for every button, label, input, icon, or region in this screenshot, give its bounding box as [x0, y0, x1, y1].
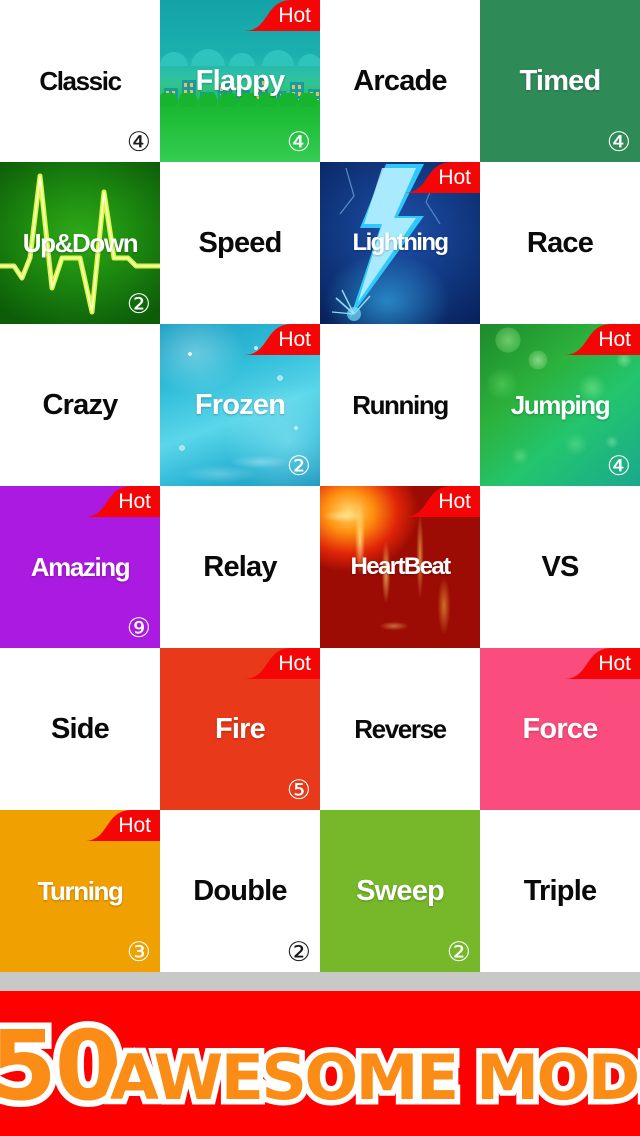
- mode-tile[interactable]: Relay: [160, 486, 320, 648]
- cloud-band-icon: [160, 44, 320, 66]
- hot-badge-label: Hot: [278, 652, 311, 675]
- mode-tile-count-badge: ②: [286, 937, 311, 968]
- hot-badge-label: Hot: [438, 166, 471, 189]
- mode-tile[interactable]: Race: [480, 162, 640, 324]
- hot-badge: Hot: [84, 486, 160, 517]
- mode-tile[interactable]: Classic ④: [0, 0, 160, 162]
- hot-badge: Hot: [404, 486, 480, 517]
- mode-tile-label: Reverse: [354, 714, 447, 744]
- mode-tile-label: Crazy: [42, 388, 119, 421]
- hot-badge: Hot: [564, 324, 640, 355]
- mode-tile-label: Lightning: [352, 229, 449, 256]
- mode-tile[interactable]: Arcade: [320, 0, 480, 162]
- mode-tile-label: Relay: [203, 550, 277, 583]
- mode-tile-label: Flappy: [195, 64, 285, 97]
- mode-tile-label: Up&Down: [22, 228, 139, 258]
- mode-tile-label: Arcade: [353, 64, 447, 97]
- mode-tile[interactable]: Timed ④: [480, 0, 640, 162]
- mode-tile-label: Classic: [39, 66, 122, 96]
- mode-tile[interactable]: Fire ⑤ Hot: [160, 648, 320, 810]
- mode-tile[interactable]: Lightning Hot: [320, 162, 480, 324]
- mode-tile-count-badge: ④: [286, 127, 311, 158]
- mode-tile[interactable]: Jumping ④ Hot: [480, 324, 640, 486]
- hot-badge-label: Hot: [118, 490, 151, 513]
- game-modes-grid: Classic ④ Flappy ④ Hot Arcade Timed ④ Up&Down ② Sp…: [0, 0, 640, 972]
- hot-badge-label: Hot: [438, 490, 471, 513]
- mode-tile[interactable]: Side: [0, 648, 160, 810]
- mode-tile-label: Side: [50, 712, 110, 745]
- mode-tile[interactable]: Reverse: [320, 648, 480, 810]
- mode-tile-count-badge: ②: [286, 451, 311, 482]
- mode-tile[interactable]: Flappy ④ Hot: [160, 0, 320, 162]
- promo-banner-text: 150 AWESOME MODES: [0, 1003, 640, 1128]
- mode-tile-label: HeartBeat: [350, 553, 452, 580]
- mode-tile-label: Race: [526, 226, 594, 259]
- mode-tile[interactable]: Running: [320, 324, 480, 486]
- hot-badge: Hot: [244, 648, 320, 679]
- mode-tile-count-badge: ③: [126, 937, 151, 968]
- promo-banner: 150 AWESOME MODES: [0, 991, 640, 1136]
- promo-banner-number: 150: [0, 1003, 128, 1128]
- divider-strip: [0, 972, 640, 991]
- mode-tile[interactable]: Up&Down ②: [0, 162, 160, 324]
- mode-tile-label: Amazing: [30, 552, 131, 582]
- mode-tile-count-badge: ④: [126, 127, 151, 158]
- mode-tile[interactable]: Amazing ⑨ Hot: [0, 486, 160, 648]
- mode-tile-label: Speed: [198, 226, 282, 259]
- mode-tile-count-badge: ④: [606, 451, 631, 482]
- mode-tile-label: VS: [541, 550, 579, 583]
- mode-tile-label: Sweep: [356, 874, 445, 907]
- hot-badge: Hot: [244, 324, 320, 355]
- hot-badge-label: Hot: [278, 328, 311, 351]
- hot-badge: Hot: [564, 648, 640, 679]
- mode-tile-count-badge: ④: [606, 127, 631, 158]
- promo-banner-caption: AWESOME MODES: [104, 1035, 640, 1119]
- hot-badge-label: Hot: [118, 814, 151, 837]
- mode-tile-label: Triple: [523, 874, 597, 907]
- mode-tile[interactable]: Triple: [480, 810, 640, 972]
- mode-tile-count-badge: ②: [126, 289, 151, 320]
- mode-tile-label: Frozen: [194, 388, 286, 421]
- mode-tile[interactable]: Speed: [160, 162, 320, 324]
- hot-badge-label: Hot: [598, 328, 631, 351]
- mode-tile[interactable]: Sweep ②: [320, 810, 480, 972]
- mode-tile-count-badge: ②: [446, 937, 471, 968]
- mode-tile[interactable]: Double ②: [160, 810, 320, 972]
- mode-tile[interactable]: Crazy: [0, 324, 160, 486]
- mode-tile-label: Turning: [37, 876, 123, 906]
- hot-badge-label: Hot: [598, 652, 631, 675]
- mode-tile[interactable]: VS: [480, 486, 640, 648]
- mode-tile[interactable]: Turning ③ Hot: [0, 810, 160, 972]
- mode-tile-count-badge: ⑨: [126, 613, 151, 644]
- hot-badge-label: Hot: [278, 4, 311, 27]
- mode-tile-label: Timed: [519, 64, 602, 97]
- hot-badge: Hot: [84, 810, 160, 841]
- mode-tile-count-badge: ⑤: [286, 775, 311, 806]
- mode-tile[interactable]: Force Hot: [480, 648, 640, 810]
- mode-tile-label: Force: [522, 712, 599, 745]
- mode-tile-label: Fire: [215, 712, 266, 745]
- mode-tile[interactable]: Frozen ② Hot: [160, 324, 320, 486]
- hot-badge: Hot: [404, 162, 480, 193]
- mode-tile-label: Running: [352, 390, 449, 420]
- mode-tile-label: Jumping: [510, 390, 611, 420]
- mode-tile[interactable]: HeartBeat Hot: [320, 486, 480, 648]
- hot-badge: Hot: [244, 0, 320, 31]
- mode-tile-label: Double: [193, 874, 287, 907]
